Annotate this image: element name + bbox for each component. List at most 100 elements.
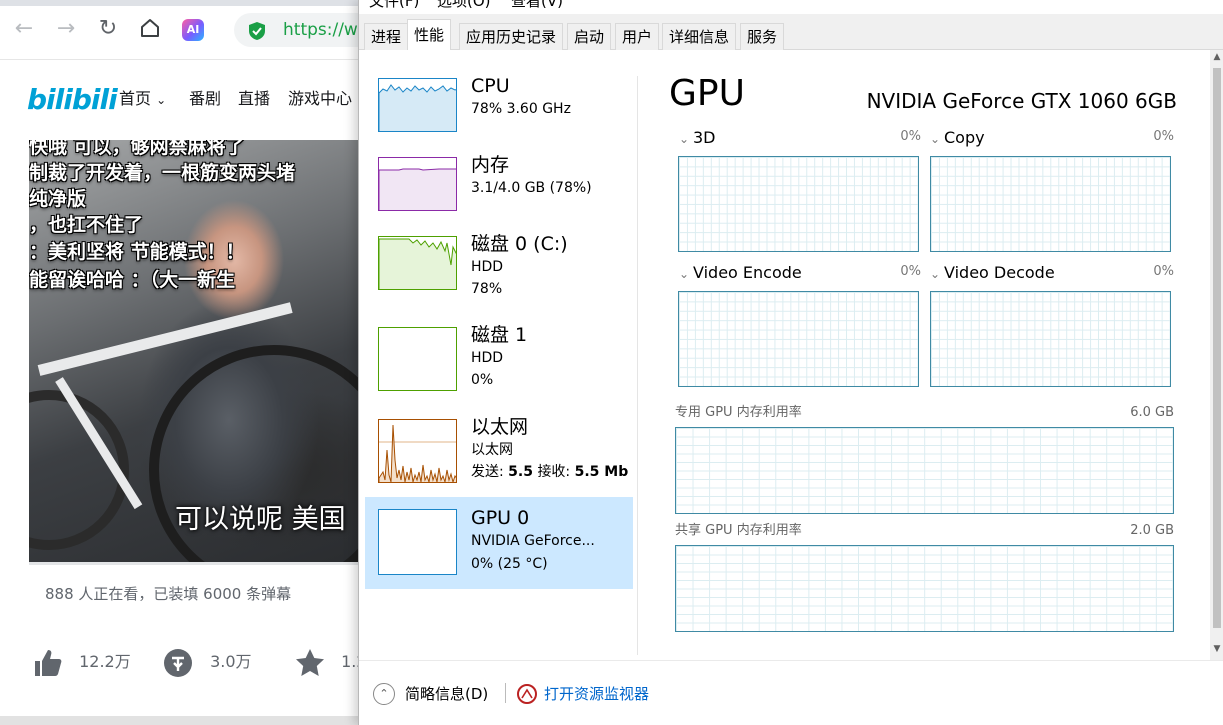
like-count: 12.2万 [79,652,131,671]
home-icon[interactable] [138,17,162,41]
tab-performance[interactable]: 性能 [407,19,452,51]
disk1-type: HDD [471,350,504,366]
tab-details[interactable]: 详细信息 [662,23,737,50]
receive-value: 5.5 Mb [574,464,629,480]
reload-icon[interactable]: ↻ [96,17,120,41]
engine-copy-pct: 0% [1153,129,1174,144]
cpu-title: CPU [471,75,510,97]
performance-panel: CPU 78% 3.60 GHz 内存 3.1/4.0 GB (78%) 磁盘 … [359,50,1223,655]
memory-title: 内存 [471,154,510,176]
danmaku-line-3: 纯净版 [29,188,87,210]
send-label: 发送: [471,464,504,480]
nav-home[interactable]: 首页 ⌄ [119,88,166,111]
tab-processes[interactable]: 进程 [364,23,409,50]
cpu-sparkline [379,84,456,131]
disk0-title: 磁盘 0 (C:) [471,233,568,255]
chevron-down-icon: ⌄ [679,132,690,146]
engine-video-encode-pct: 0% [900,264,921,279]
gpu-model-name: NVIDIA GeForce GTX 1060 6GB [866,89,1177,113]
shared-memory-max: 2.0 GB [1130,523,1174,538]
scrollbar-thumb[interactable] [1213,68,1221,628]
horizontal-scrollbar[interactable] [0,716,360,725]
engine-3d-label: 3D [693,128,716,147]
resource-disk-1[interactable]: 磁盘 1 HDD 0% [365,315,633,407]
cpu-mini-graph [378,78,457,132]
star-icon [296,648,324,676]
menu-bar: 文件(F) 选项(O) 查看(V) [359,0,1223,14]
chevron-down-icon: ⌄ [930,132,941,146]
resource-gpu-0[interactable]: GPU 0 NVIDIA GeForce... 0% (25 °C) [365,497,633,589]
footer-divider [505,683,506,703]
danmaku-line-1: 快哦 可以，够网禁麻将了 [29,140,245,158]
chevron-up-icon[interactable]: ⌃ [373,683,395,705]
ai-extension-icon[interactable]: AI [182,19,204,41]
coin-count: 3.0万 [210,652,252,671]
gpu0-name: NVIDIA GeForce... [471,533,595,549]
resource-disk-0[interactable]: 磁盘 0 (C:) HDD 78% [365,224,633,316]
ethernet-throughput: 发送: 5.5 接收: 5.5 Mb [471,462,628,482]
back-arrow-icon[interactable]: ← [12,17,36,41]
engine-video-decode-label: Video Decode [944,263,1055,282]
tab-startup[interactable]: 启动 [567,23,612,50]
tab-app-history[interactable]: 应用历史记录 [459,23,564,50]
url-text[interactable]: https://w [283,19,358,41]
video-progress-bar[interactable] [29,562,360,565]
nav-live[interactable]: 直播 [238,88,270,110]
dedicated-memory-max: 6.0 GB [1130,405,1174,420]
resource-monitor-icon[interactable] [517,684,537,704]
shared-memory-graph [675,545,1174,632]
disk1-usage: 0% [471,372,494,388]
danmaku-line-2: 制裁了开发着，一根筋变两头堵 [29,162,296,184]
engine-copy-graph [930,156,1171,252]
resource-ethernet[interactable]: 以太网 以太网 发送: 5.5 接收: 5.5 Mb [365,407,633,499]
tab-services[interactable]: 服务 [740,23,785,50]
favorite-button[interactable]: 1.2 [294,646,367,678]
engine-video-encode-selector[interactable]: ⌄ Video Encode [679,263,802,284]
bilibili-logo[interactable]: bilibili [27,82,118,118]
disk1-mini-graph [378,327,457,391]
chevron-down-icon: ⌄ [156,93,167,107]
cpu-usage: 78% 3.60 GHz [471,101,571,117]
menu-view[interactable]: 查看(V) [511,0,563,11]
scroll-up-icon[interactable]: ▲ [1210,50,1223,64]
ethernet-sparkline [379,424,456,482]
nav-home-label: 首页 [119,89,152,108]
ethernet-adapter: 以太网 [471,442,513,458]
danmaku-line-4: ，也扛不住了 [29,214,144,236]
disk0-usage: 78% [471,281,503,297]
open-resource-monitor-link[interactable]: 打开资源监视器 [544,683,649,705]
danmaku-line-6: 能留诶哈哈 ：（大一新生 [29,269,236,291]
fewer-details-button[interactable]: 简略信息(D) [405,683,488,705]
engine-video-encode-graph [678,291,919,387]
nav-game-center[interactable]: 游戏中心 [288,88,352,110]
engine-copy-selector[interactable]: ⌄ Copy [930,128,985,149]
coin-button[interactable]: 3.0万 [163,646,252,678]
engine-3d-selector[interactable]: ⌄ 3D [679,128,716,149]
forward-arrow-icon[interactable]: → [54,17,78,41]
tab-users[interactable]: 用户 [615,23,660,50]
shared-memory-label: 共享 GPU 内存利用率 [675,523,802,538]
engine-video-encode-label: Video Encode [693,263,802,282]
home-glyph [141,19,159,37]
menu-options[interactable]: 选项(O) [437,0,491,11]
engine-copy-label: Copy [944,128,985,147]
security-shield-icon[interactable] [247,21,267,41]
like-button[interactable]: 12.2万 [32,646,131,678]
disk0-type: HDD [471,259,504,275]
vertical-scrollbar[interactable]: ▲ ▼ [1210,50,1223,660]
thumbs-up-icon [35,649,62,676]
nav-anime[interactable]: 番剧 [189,88,221,110]
video-player[interactable]: 快哦 可以，够网禁麻将了 制裁了开发着，一根筋变两头堵 纯净版 ，也扛不住了 ：… [29,140,360,564]
footer-bar: ⌃ 简略信息(D) 打开资源监视器 [359,660,1223,725]
disk0-mini-graph [378,236,457,290]
panel-divider[interactable] [637,76,638,655]
engine-video-decode-selector[interactable]: ⌄ Video Decode [930,263,1055,284]
engine-3d-graph [678,156,919,252]
menu-file[interactable]: 文件(F) [369,0,419,11]
viewer-count: 888 人正在看，已装填 6000 条弹幕 [45,585,292,603]
tab-bar: 进程 性能 应用历史记录 启动 用户 详细信息 服务 [359,14,1223,51]
scroll-down-icon[interactable]: ▼ [1210,642,1223,656]
chevron-down-icon: ⌄ [930,267,941,281]
engine-3d-pct: 0% [900,129,921,144]
video-subtitle: 可以说呢 美国 [175,504,346,535]
